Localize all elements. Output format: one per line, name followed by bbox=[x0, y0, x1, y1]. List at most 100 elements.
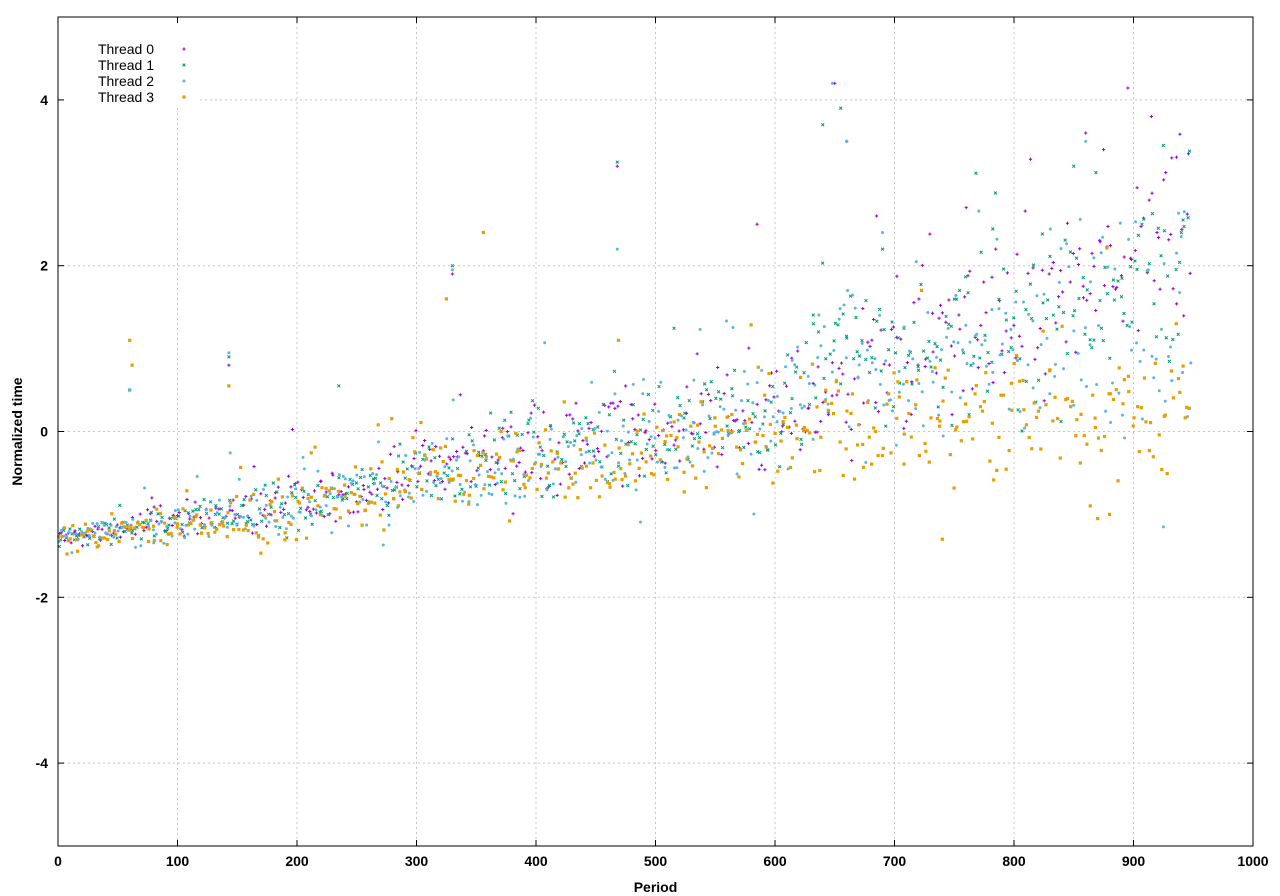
data-point bbox=[511, 512, 515, 516]
data-point bbox=[833, 321, 838, 325]
data-point bbox=[246, 514, 250, 518]
data-point bbox=[973, 392, 977, 396]
data-point bbox=[445, 462, 449, 466]
data-point bbox=[1117, 391, 1121, 395]
data-point bbox=[1097, 324, 1101, 328]
series-thread-3 bbox=[57, 230, 1191, 556]
data-point bbox=[93, 531, 97, 535]
data-point bbox=[1099, 326, 1104, 331]
data-point bbox=[351, 510, 356, 514]
data-point bbox=[874, 400, 878, 405]
data-point bbox=[645, 442, 649, 446]
data-point bbox=[318, 513, 322, 517]
data-point bbox=[781, 422, 786, 427]
data-point bbox=[1138, 359, 1142, 363]
data-point bbox=[1023, 426, 1027, 430]
data-point bbox=[313, 498, 318, 503]
data-point bbox=[1038, 326, 1042, 331]
data-point bbox=[80, 530, 84, 534]
data-point bbox=[702, 382, 707, 386]
data-point bbox=[294, 538, 298, 542]
data-point bbox=[313, 445, 317, 449]
data-point bbox=[1163, 413, 1167, 417]
data-point bbox=[89, 527, 93, 532]
y-tick-label: 0 bbox=[40, 424, 48, 440]
data-point bbox=[309, 495, 314, 499]
data-point bbox=[1099, 448, 1103, 453]
data-point bbox=[959, 439, 963, 443]
data-point bbox=[1024, 423, 1028, 427]
data-point bbox=[1106, 265, 1110, 269]
data-point bbox=[872, 426, 876, 430]
data-point bbox=[301, 455, 305, 459]
data-point bbox=[231, 519, 236, 523]
data-point bbox=[616, 338, 621, 342]
data-point bbox=[311, 507, 315, 511]
data-point bbox=[1162, 262, 1166, 266]
data-point bbox=[384, 500, 388, 504]
data-point bbox=[657, 384, 661, 389]
data-point bbox=[492, 438, 497, 442]
data-point bbox=[217, 498, 221, 502]
data-point bbox=[213, 530, 217, 534]
data-point bbox=[1181, 371, 1185, 375]
data-point bbox=[629, 440, 633, 444]
data-point bbox=[725, 424, 729, 428]
data-point bbox=[681, 436, 685, 440]
data-point bbox=[138, 523, 142, 527]
data-point bbox=[946, 368, 950, 372]
data-point bbox=[428, 470, 433, 474]
data-point bbox=[1157, 235, 1161, 240]
data-point bbox=[543, 428, 548, 432]
data-point bbox=[666, 477, 670, 482]
data-point bbox=[334, 519, 338, 523]
data-point bbox=[1101, 338, 1106, 343]
data-point bbox=[850, 458, 854, 463]
data-point bbox=[934, 355, 938, 359]
data-point bbox=[436, 477, 441, 482]
data-point bbox=[423, 453, 427, 457]
data-point bbox=[259, 519, 264, 524]
data-point bbox=[249, 518, 253, 522]
series-thread-2 bbox=[57, 81, 1193, 555]
data-point bbox=[1005, 271, 1010, 275]
data-point bbox=[503, 466, 507, 470]
data-point bbox=[1022, 300, 1025, 304]
data-point bbox=[746, 382, 750, 386]
data-point bbox=[91, 521, 95, 525]
data-point bbox=[597, 449, 601, 454]
data-point bbox=[819, 344, 823, 348]
data-point bbox=[915, 378, 919, 382]
data-point bbox=[874, 429, 878, 434]
data-point bbox=[513, 494, 517, 498]
data-point bbox=[952, 486, 956, 490]
data-point bbox=[868, 344, 872, 349]
data-point bbox=[324, 486, 328, 490]
data-point bbox=[672, 420, 676, 424]
data-point bbox=[486, 470, 490, 474]
data-point bbox=[725, 319, 729, 323]
data-point bbox=[1165, 471, 1169, 476]
data-point bbox=[424, 457, 429, 461]
data-point bbox=[1152, 376, 1156, 380]
data-point bbox=[731, 325, 735, 329]
data-point bbox=[997, 435, 1001, 439]
data-point bbox=[95, 522, 99, 526]
data-point bbox=[110, 512, 114, 516]
data-point bbox=[799, 437, 803, 442]
data-point bbox=[1102, 434, 1107, 439]
data-point bbox=[914, 260, 918, 264]
data-point bbox=[100, 527, 104, 531]
data-point bbox=[647, 438, 651, 442]
data-point bbox=[1026, 271, 1030, 276]
data-point bbox=[870, 338, 874, 342]
data-point bbox=[1174, 155, 1179, 159]
data-point bbox=[744, 428, 748, 432]
data-point bbox=[510, 471, 515, 476]
data-point bbox=[1111, 278, 1116, 282]
data-point bbox=[375, 487, 379, 491]
data-point bbox=[1170, 379, 1174, 383]
data-point bbox=[958, 396, 962, 400]
data-point bbox=[571, 421, 576, 425]
data-point bbox=[385, 486, 389, 490]
